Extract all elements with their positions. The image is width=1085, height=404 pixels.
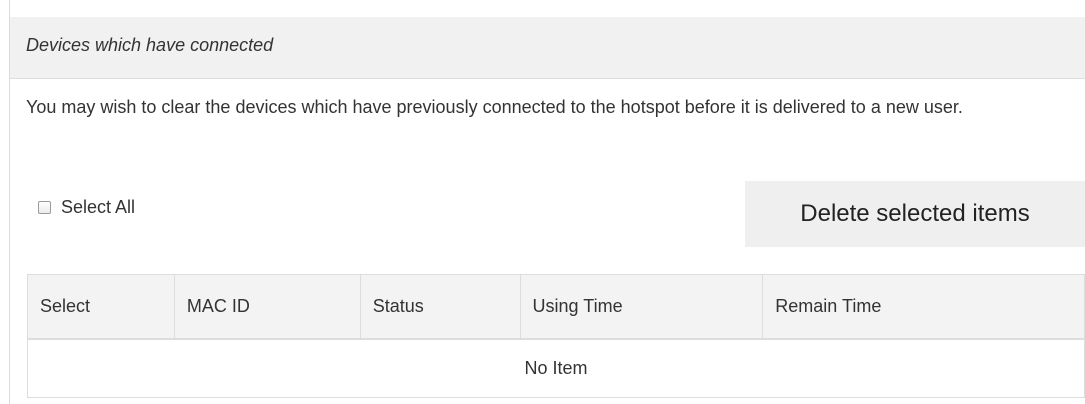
column-header-remain-time[interactable]: Remain Time: [762, 274, 1085, 340]
column-header-mac-id[interactable]: MAC ID: [173, 274, 361, 340]
column-header-select[interactable]: Select: [27, 274, 175, 340]
select-all-label: Select All: [61, 197, 136, 217]
select-all-checkbox[interactable]: [38, 201, 51, 214]
delete-selected-button[interactable]: Delete selected items: [745, 181, 1085, 247]
empty-row: No Item: [27, 338, 1085, 398]
select-all-control[interactable]: Select All: [38, 197, 135, 218]
empty-message: No Item: [27, 338, 1085, 398]
column-header-status[interactable]: Status: [359, 274, 521, 340]
panel-header: Devices which have connected: [10, 17, 1085, 79]
table-header-row: Select MAC ID Status Using Time Remain T…: [27, 274, 1085, 340]
devices-table: Select MAC ID Status Using Time Remain T…: [27, 274, 1085, 398]
column-header-using-time[interactable]: Using Time: [519, 274, 764, 340]
connected-devices-panel: Devices which have connected You may wis…: [10, 17, 1085, 404]
panel-title: Devices which have connected: [26, 35, 274, 55]
intro-text: You may wish to clear the devices which …: [26, 97, 963, 117]
